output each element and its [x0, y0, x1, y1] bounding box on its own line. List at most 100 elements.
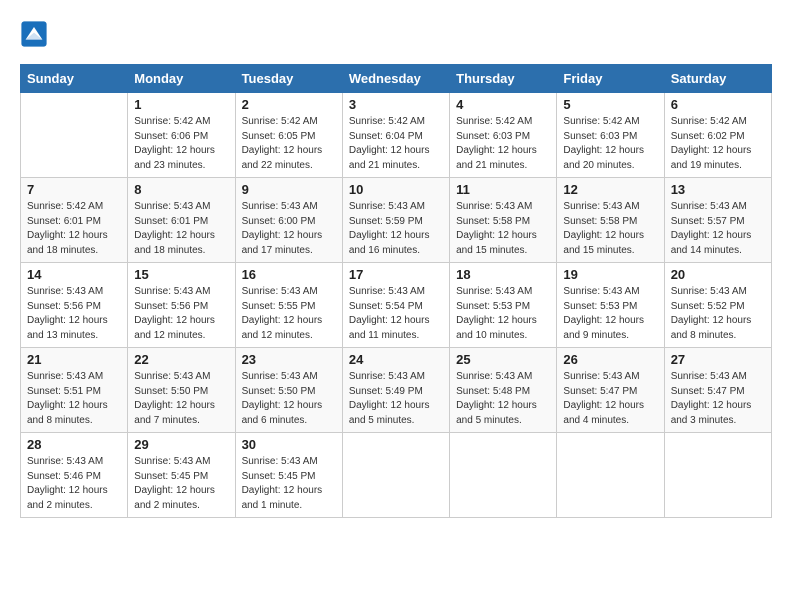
weekday-header: Tuesday [235, 65, 342, 93]
day-number: 5 [563, 97, 657, 112]
calendar-cell: 28 Sunrise: 5:43 AM Sunset: 5:46 PM Dayli… [21, 433, 128, 518]
day-info: Sunrise: 5:43 AM Sunset: 5:58 PM Dayligh… [456, 200, 550, 258]
day-number: 17 [349, 267, 443, 282]
day-info: Sunrise: 5:43 AM Sunset: 5:57 PM Dayligh… [671, 200, 765, 258]
day-info: Sunrise: 5:43 AM Sunset: 5:54 PM Dayligh… [349, 285, 443, 343]
day-number: 10 [349, 182, 443, 197]
day-number: 16 [242, 267, 336, 282]
day-info: Sunrise: 5:43 AM Sunset: 5:55 PM Dayligh… [242, 285, 336, 343]
day-number: 30 [242, 437, 336, 452]
day-number: 7 [27, 182, 121, 197]
calendar-cell: 12 Sunrise: 5:43 AM Sunset: 5:58 PM Dayli… [557, 178, 664, 263]
day-info: Sunrise: 5:43 AM Sunset: 5:58 PM Dayligh… [563, 200, 657, 258]
day-info: Sunrise: 5:43 AM Sunset: 6:01 PM Dayligh… [134, 200, 228, 258]
calendar-week-row: 14 Sunrise: 5:43 AM Sunset: 5:56 PM Dayli… [21, 263, 772, 348]
day-number: 28 [27, 437, 121, 452]
day-number: 11 [456, 182, 550, 197]
weekday-header: Monday [128, 65, 235, 93]
day-info: Sunrise: 5:43 AM Sunset: 5:50 PM Dayligh… [242, 370, 336, 428]
calendar-cell: 17 Sunrise: 5:43 AM Sunset: 5:54 PM Dayli… [342, 263, 449, 348]
day-number: 29 [134, 437, 228, 452]
logo-icon [20, 20, 48, 48]
day-number: 21 [27, 352, 121, 367]
weekday-header: Wednesday [342, 65, 449, 93]
day-number: 25 [456, 352, 550, 367]
day-number: 4 [456, 97, 550, 112]
day-info: Sunrise: 5:43 AM Sunset: 5:47 PM Dayligh… [671, 370, 765, 428]
day-info: Sunrise: 5:43 AM Sunset: 5:50 PM Dayligh… [134, 370, 228, 428]
calendar-cell [21, 93, 128, 178]
day-info: Sunrise: 5:43 AM Sunset: 5:52 PM Dayligh… [671, 285, 765, 343]
calendar-cell: 10 Sunrise: 5:43 AM Sunset: 5:59 PM Dayli… [342, 178, 449, 263]
calendar-cell: 13Sunrise: 5:43 AM Sunset: 5:57 PM Dayli… [664, 178, 771, 263]
calendar-week-row: 28 Sunrise: 5:43 AM Sunset: 5:46 PM Dayli… [21, 433, 772, 518]
day-info: Sunrise: 5:42 AM Sunset: 6:02 PM Dayligh… [671, 115, 765, 173]
day-number: 1 [134, 97, 228, 112]
calendar-cell: 25 Sunrise: 5:43 AM Sunset: 5:48 PM Dayli… [450, 348, 557, 433]
weekday-header: Sunday [21, 65, 128, 93]
calendar-cell: 16 Sunrise: 5:43 AM Sunset: 5:55 PM Dayli… [235, 263, 342, 348]
calendar-cell: 18 Sunrise: 5:43 AM Sunset: 5:53 PM Dayli… [450, 263, 557, 348]
day-info: Sunrise: 5:42 AM Sunset: 6:01 PM Dayligh… [27, 200, 121, 258]
weekday-header: Thursday [450, 65, 557, 93]
day-info: Sunrise: 5:43 AM Sunset: 5:47 PM Dayligh… [563, 370, 657, 428]
calendar-cell: 20 Sunrise: 5:43 AM Sunset: 5:52 PM Dayli… [664, 263, 771, 348]
day-info: Sunrise: 5:43 AM Sunset: 5:49 PM Dayligh… [349, 370, 443, 428]
calendar-cell: 4Sunrise: 5:42 AM Sunset: 6:03 PM Daylig… [450, 93, 557, 178]
logo [20, 20, 52, 48]
calendar-cell: 23 Sunrise: 5:43 AM Sunset: 5:50 PM Dayli… [235, 348, 342, 433]
calendar-cell: 11 Sunrise: 5:43 AM Sunset: 5:58 PM Dayli… [450, 178, 557, 263]
calendar-cell: 5 Sunrise: 5:42 AM Sunset: 6:03 PM Daylig… [557, 93, 664, 178]
day-info: Sunrise: 5:43 AM Sunset: 5:45 PM Dayligh… [242, 455, 336, 513]
day-info: Sunrise: 5:43 AM Sunset: 5:45 PM Dayligh… [134, 455, 228, 513]
calendar-body: 1Sunrise: 5:42 AM Sunset: 6:06 PM Daylig… [21, 93, 772, 518]
day-info: Sunrise: 5:43 AM Sunset: 5:53 PM Dayligh… [456, 285, 550, 343]
day-info: Sunrise: 5:43 AM Sunset: 6:00 PM Dayligh… [242, 200, 336, 258]
day-number: 23 [242, 352, 336, 367]
calendar-cell [342, 433, 449, 518]
calendar-cell: 29 Sunrise: 5:43 AM Sunset: 5:45 PM Dayli… [128, 433, 235, 518]
weekday-header: Friday [557, 65, 664, 93]
day-info: Sunrise: 5:43 AM Sunset: 5:48 PM Dayligh… [456, 370, 550, 428]
calendar-cell: 9 Sunrise: 5:43 AM Sunset: 6:00 PM Daylig… [235, 178, 342, 263]
calendar-cell: 14Sunrise: 5:43 AM Sunset: 5:56 PM Dayli… [21, 263, 128, 348]
day-number: 12 [563, 182, 657, 197]
day-info: Sunrise: 5:42 AM Sunset: 6:03 PM Dayligh… [563, 115, 657, 173]
calendar-cell [557, 433, 664, 518]
calendar-cell: 8 Sunrise: 5:43 AM Sunset: 6:01 PM Daylig… [128, 178, 235, 263]
day-info: Sunrise: 5:43 AM Sunset: 5:46 PM Dayligh… [27, 455, 121, 513]
day-info: Sunrise: 5:42 AM Sunset: 6:05 PM Dayligh… [242, 115, 336, 173]
calendar-cell: 15 Sunrise: 5:43 AM Sunset: 5:56 PM Dayli… [128, 263, 235, 348]
day-number: 24 [349, 352, 443, 367]
day-info: Sunrise: 5:43 AM Sunset: 5:56 PM Dayligh… [134, 285, 228, 343]
day-number: 2 [242, 97, 336, 112]
calendar-cell: 2 Sunrise: 5:42 AM Sunset: 6:05 PM Daylig… [235, 93, 342, 178]
day-info: Sunrise: 5:43 AM Sunset: 5:59 PM Dayligh… [349, 200, 443, 258]
day-number: 19 [563, 267, 657, 282]
day-number: 14 [27, 267, 121, 282]
day-info: Sunrise: 5:43 AM Sunset: 5:51 PM Dayligh… [27, 370, 121, 428]
calendar-cell: 30 Sunrise: 5:43 AM Sunset: 5:45 PM Dayli… [235, 433, 342, 518]
day-number: 15 [134, 267, 228, 282]
day-number: 18 [456, 267, 550, 282]
calendar-cell: 22Sunrise: 5:43 AM Sunset: 5:50 PM Dayli… [128, 348, 235, 433]
day-number: 27 [671, 352, 765, 367]
calendar-week-row: 1Sunrise: 5:42 AM Sunset: 6:06 PM Daylig… [21, 93, 772, 178]
calendar-cell [450, 433, 557, 518]
day-number: 6 [671, 97, 765, 112]
calendar-cell: 21 Sunrise: 5:43 AM Sunset: 5:51 PM Dayli… [21, 348, 128, 433]
calendar-header: SundayMondayTuesdayWednesdayThursdayFrid… [21, 65, 772, 93]
day-number: 9 [242, 182, 336, 197]
day-number: 3 [349, 97, 443, 112]
calendar-week-row: 21 Sunrise: 5:43 AM Sunset: 5:51 PM Dayli… [21, 348, 772, 433]
calendar-cell: 19Sunrise: 5:43 AM Sunset: 5:53 PM Dayli… [557, 263, 664, 348]
calendar-cell: 6 Sunrise: 5:42 AM Sunset: 6:02 PM Daylig… [664, 93, 771, 178]
day-info: Sunrise: 5:42 AM Sunset: 6:04 PM Dayligh… [349, 115, 443, 173]
calendar-cell: 1Sunrise: 5:42 AM Sunset: 6:06 PM Daylig… [128, 93, 235, 178]
day-number: 20 [671, 267, 765, 282]
header-row: SundayMondayTuesdayWednesdayThursdayFrid… [21, 65, 772, 93]
day-number: 8 [134, 182, 228, 197]
calendar-cell: 27 Sunrise: 5:43 AM Sunset: 5:47 PM Dayli… [664, 348, 771, 433]
day-number: 26 [563, 352, 657, 367]
calendar-week-row: 7 Sunrise: 5:42 AM Sunset: 6:01 PM Daylig… [21, 178, 772, 263]
